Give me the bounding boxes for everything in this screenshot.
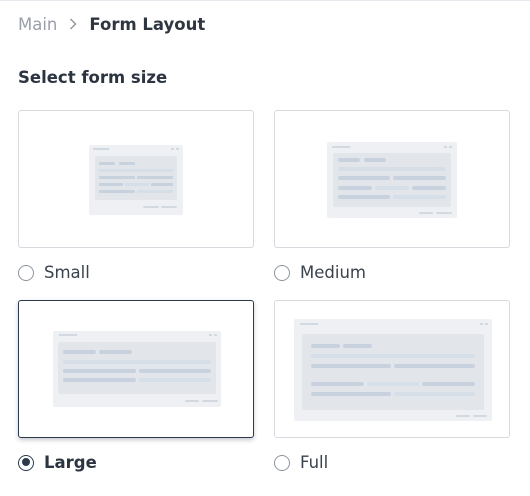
form-size-option-small[interactable]: Small — [18, 263, 90, 282]
top-divider — [0, 0, 530, 1]
radio-large[interactable] — [18, 454, 34, 471]
medium-form-illustration — [327, 142, 457, 218]
radio-label-full: Full — [300, 453, 329, 472]
radio-label-small: Small — [44, 263, 90, 282]
radio-small[interactable] — [18, 264, 34, 281]
section-title: Select form size — [18, 68, 168, 87]
large-form-illustration — [53, 331, 221, 407]
breadcrumb-current: Form Layout — [89, 14, 206, 34]
form-size-card-full[interactable] — [274, 300, 510, 438]
form-size-card-large[interactable] — [18, 300, 254, 438]
form-size-option-large[interactable]: Large — [18, 453, 97, 472]
breadcrumb-main-link[interactable]: Main — [18, 15, 57, 34]
full-form-illustration — [294, 319, 492, 421]
radio-medium[interactable] — [274, 264, 290, 281]
breadcrumb: Main Form Layout — [18, 12, 205, 36]
chevron-right-icon — [69, 18, 77, 30]
radio-label-medium: Medium — [300, 263, 366, 282]
form-size-option-medium[interactable]: Medium — [274, 263, 366, 282]
radio-full[interactable] — [274, 454, 290, 471]
form-size-option-full[interactable]: Full — [274, 453, 328, 472]
form-size-card-medium[interactable] — [274, 110, 510, 248]
radio-label-large: Large — [44, 453, 97, 472]
small-form-illustration — [89, 145, 183, 215]
form-size-card-small[interactable] — [18, 110, 254, 248]
